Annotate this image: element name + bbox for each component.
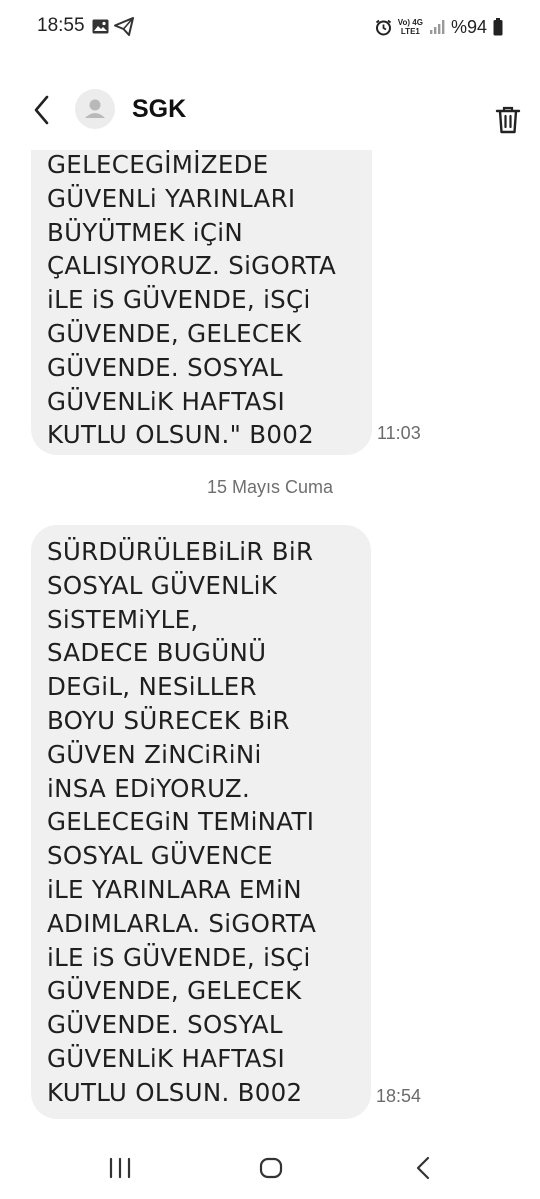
status-time: 18:55 xyxy=(37,15,85,36)
home-icon[interactable] xyxy=(259,1156,283,1180)
status-bar: 18:55 Vo) 4G LTE1 %94 xyxy=(0,0,540,56)
network-bottom-label: LTE1 xyxy=(400,27,420,36)
send-icon xyxy=(114,17,134,36)
trash-icon[interactable] xyxy=(495,105,521,135)
message-bubble[interactable]: SÜRDÜRÜLEBiLiR BiR SOSYAL GÜVENLiK SiSTE… xyxy=(31,525,371,1119)
alarm-icon xyxy=(375,19,391,35)
navigation-bar xyxy=(0,1140,540,1199)
image-icon xyxy=(92,19,109,34)
avatar[interactable] xyxy=(75,89,115,129)
message-time: 18:54 xyxy=(376,1086,422,1106)
message-text: GELECEGİMİZEDE GÜVENLi YARINLARI BÜYÜTME… xyxy=(47,150,337,450)
message-text: SÜRDÜRÜLEBiLiR BiR SOSYAL GÜVENLiK SiSTE… xyxy=(47,537,317,1107)
status-indicators: Vo) 4G LTE1 %94 xyxy=(375,14,503,40)
back-icon[interactable] xyxy=(28,94,56,126)
date-separator: 15 Mayıs Cuma xyxy=(206,477,334,497)
back-nav-icon[interactable] xyxy=(414,1156,432,1180)
message-thread[interactable]: GELECEGİMİZEDE GÜVENLi YARINLARI BÜYÜTME… xyxy=(0,150,540,1150)
message-bubble[interactable]: GELECEGİMİZEDE GÜVENLi YARINLARI BÜYÜTME… xyxy=(31,150,372,456)
avatar-icon xyxy=(85,99,105,118)
message-time: 11:03 xyxy=(377,423,421,443)
recent-apps-icon[interactable] xyxy=(108,1157,132,1179)
network-indicator: Vo) 4G LTE1 xyxy=(398,18,423,36)
battery-icon xyxy=(493,18,503,36)
contact-name[interactable]: SGK xyxy=(132,95,186,124)
network-top-label: Vo) 4G xyxy=(397,18,423,27)
battery-percent: %94 xyxy=(450,16,487,37)
signal-icon xyxy=(429,20,445,34)
